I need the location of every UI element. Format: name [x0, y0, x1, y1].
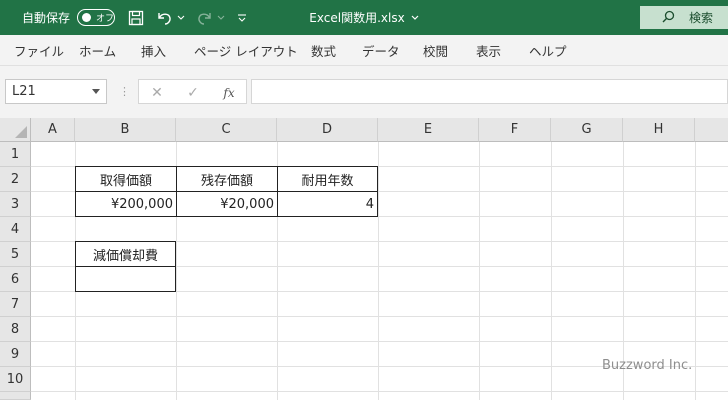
column-header-d[interactable]: D: [277, 118, 378, 142]
formula-input[interactable]: [251, 79, 728, 104]
tab-help[interactable]: ヘルプ: [529, 35, 567, 66]
select-all-button[interactable]: [0, 118, 31, 142]
search-label: 検索: [689, 11, 714, 25]
gridline: [479, 142, 480, 400]
formula-bar-splitter-icon[interactable]: ⋮: [119, 85, 130, 98]
cell-c2[interactable]: 残存価額: [176, 166, 278, 192]
row-header-9[interactable]: 9: [0, 342, 31, 367]
gridline: [31, 316, 728, 317]
row-header-6[interactable]: 6: [0, 267, 31, 292]
tab-formulas[interactable]: 数式: [311, 35, 336, 66]
row-header-5[interactable]: 5: [0, 242, 31, 267]
gridline: [551, 142, 552, 400]
filename-text: Excel関数用.xlsx: [309, 11, 405, 25]
formula-buttons: ✕ ✓ fx: [138, 79, 247, 104]
cell-b3[interactable]: ¥200,000: [75, 191, 177, 217]
cell-b5[interactable]: 減価償却費: [75, 241, 176, 267]
cell-d2[interactable]: 耐用年数: [277, 166, 378, 192]
search-icon: [662, 10, 675, 26]
cell-b2[interactable]: 取得価額: [75, 166, 177, 192]
select-all-triangle-icon: [15, 126, 27, 138]
column-header-g[interactable]: G: [551, 118, 623, 142]
tab-page-layout[interactable]: ページ レイアウト: [194, 35, 298, 66]
search-box[interactable]: 検索: [640, 6, 728, 29]
column-header-f[interactable]: F: [479, 118, 551, 142]
filename-chevron-icon: [411, 15, 419, 20]
gridline: [31, 341, 728, 342]
cell-d3[interactable]: 4: [277, 191, 378, 217]
row-header-4[interactable]: 4: [0, 217, 31, 242]
cell-c3[interactable]: ¥20,000: [176, 191, 278, 217]
tab-view[interactable]: 表示: [476, 35, 501, 66]
formula-bar: L21 ⋮ ✕ ✓ fx: [0, 66, 728, 118]
row-header-8[interactable]: 8: [0, 317, 31, 342]
row-header-1[interactable]: 1: [0, 142, 31, 167]
tab-review[interactable]: 校閲: [423, 35, 448, 66]
column-header-b[interactable]: B: [75, 118, 176, 142]
name-box[interactable]: L21: [5, 79, 107, 104]
cancel-icon[interactable]: ✕: [147, 80, 167, 105]
tab-file[interactable]: ファイル: [14, 35, 64, 66]
tab-data[interactable]: データ: [362, 35, 400, 66]
column-header-a[interactable]: A: [31, 118, 75, 142]
column-header-i[interactable]: [695, 118, 728, 142]
tab-insert[interactable]: 挿入: [141, 35, 166, 66]
insert-function-icon[interactable]: fx: [219, 80, 239, 105]
row-header-11[interactable]: [0, 392, 31, 400]
title-bar: 自動保存 オフ Excel関数用.xlsx 検索: [0, 0, 728, 35]
cell-b6[interactable]: [75, 266, 176, 292]
row-header-3[interactable]: 3: [0, 192, 31, 217]
gridline: [378, 142, 379, 400]
row-header-7[interactable]: 7: [0, 292, 31, 317]
column-header-h[interactable]: H: [623, 118, 695, 142]
tab-home[interactable]: ホーム: [79, 35, 116, 66]
name-box-dropdown-icon[interactable]: [92, 89, 100, 94]
workbook-filename[interactable]: Excel関数用.xlsx: [0, 0, 728, 35]
ribbon-tabs: ファイル ホーム 挿入 ページ レイアウト 数式 データ 校閲 表示 ヘルプ: [0, 35, 728, 66]
column-header-e[interactable]: E: [378, 118, 479, 142]
column-header-c[interactable]: C: [176, 118, 277, 142]
gridline: [695, 142, 696, 400]
gridline: [31, 391, 728, 392]
enter-icon[interactable]: ✓: [183, 80, 203, 105]
row-header-10[interactable]: 10: [0, 367, 31, 392]
name-box-value: L21: [12, 84, 36, 99]
watermark: Buzzword Inc.: [602, 358, 693, 373]
row-header-2[interactable]: 2: [0, 167, 31, 192]
